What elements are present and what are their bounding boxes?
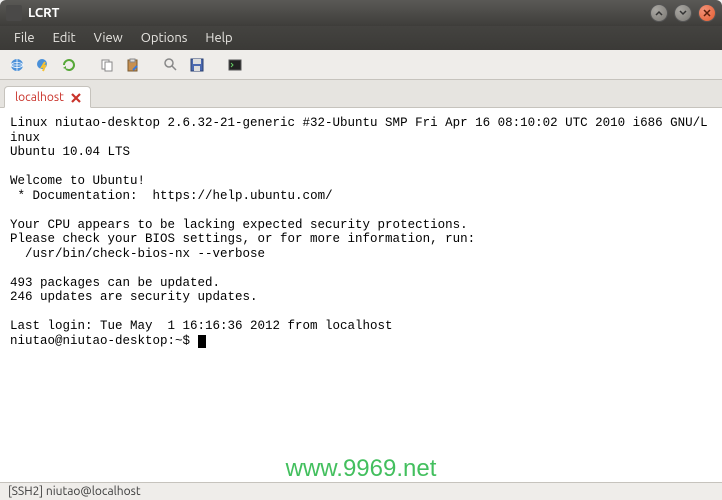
maximize-button[interactable] xyxy=(674,4,692,22)
reconnect-button[interactable] xyxy=(58,54,80,76)
status-text: [SSH2] niutao@localhost xyxy=(8,485,141,498)
save-button[interactable] xyxy=(186,54,208,76)
tab-localhost[interactable]: localhost xyxy=(4,86,91,108)
globe-lightning-icon xyxy=(35,57,51,73)
tabbar: localhost xyxy=(0,80,722,108)
maximize-icon xyxy=(678,8,688,18)
terminal-output[interactable]: Linux niutao-desktop 2.6.32-21-generic #… xyxy=(0,108,722,482)
statusbar: [SSH2] niutao@localhost xyxy=(0,482,722,500)
window-title: LCRT xyxy=(28,6,650,20)
close-icon xyxy=(702,8,712,18)
toolbar xyxy=(0,50,722,80)
titlebar: LCRT xyxy=(0,0,722,26)
copy-icon xyxy=(99,57,115,73)
copy-button[interactable] xyxy=(96,54,118,76)
menubar: File Edit View Options Help xyxy=(0,26,722,50)
minimize-button[interactable] xyxy=(650,4,668,22)
tab-close-button[interactable] xyxy=(70,92,82,104)
terminal-prompt: niutao@niutao-desktop:~$ xyxy=(10,334,198,348)
terminal-line: 246 updates are security updates. xyxy=(10,290,258,304)
search-icon xyxy=(163,57,179,73)
minimize-icon xyxy=(654,8,664,18)
terminal-line: * Documentation: https://help.ubuntu.com… xyxy=(10,189,333,203)
paste-icon xyxy=(125,57,141,73)
connect-button[interactable] xyxy=(6,54,28,76)
quick-connect-button[interactable] xyxy=(32,54,54,76)
terminal-line: /usr/bin/check-bios-nx --verbose xyxy=(10,247,265,261)
tab-label: localhost xyxy=(15,91,64,104)
close-button[interactable] xyxy=(698,4,716,22)
cursor xyxy=(198,335,206,348)
find-button[interactable] xyxy=(160,54,182,76)
globe-icon xyxy=(9,57,25,73)
close-x-icon xyxy=(70,92,82,104)
terminal-button[interactable] xyxy=(224,54,246,76)
terminal-line: Last login: Tue May 1 16:16:36 2012 from… xyxy=(10,319,393,333)
menu-file[interactable]: File xyxy=(6,29,43,47)
terminal-icon xyxy=(227,57,243,73)
window-buttons xyxy=(650,4,716,22)
terminal-line: Ubuntu 10.04 LTS xyxy=(10,145,130,159)
watermark: www.9969.net xyxy=(286,462,437,477)
menu-edit[interactable]: Edit xyxy=(45,29,84,47)
terminal-line: 493 packages can be updated. xyxy=(10,276,220,290)
terminal-line: Please check your BIOS settings, or for … xyxy=(10,232,475,246)
terminal-line: Your CPU appears to be lacking expected … xyxy=(10,218,468,232)
menu-view[interactable]: View xyxy=(86,29,131,47)
refresh-icon xyxy=(61,57,77,73)
menu-help[interactable]: Help xyxy=(197,29,240,47)
paste-button[interactable] xyxy=(122,54,144,76)
app-icon xyxy=(6,5,22,21)
terminal-line: Welcome to Ubuntu! xyxy=(10,174,145,188)
terminal-line: Linux niutao-desktop 2.6.32-21-generic #… xyxy=(10,116,708,145)
floppy-icon xyxy=(189,57,205,73)
menu-options[interactable]: Options xyxy=(133,29,196,47)
